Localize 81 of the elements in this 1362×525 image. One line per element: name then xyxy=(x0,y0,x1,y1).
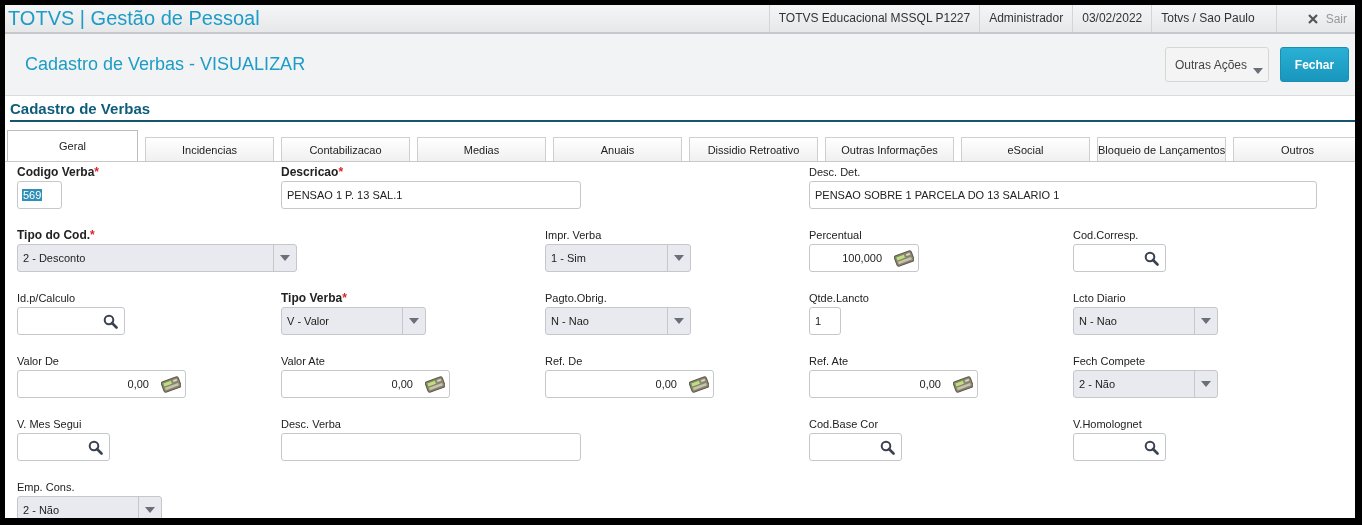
number-field[interactable]: 0,00 xyxy=(281,370,450,398)
field-label: Tipo do Cod.* xyxy=(17,227,96,243)
field-label: Codigo Verba* xyxy=(17,164,100,180)
caret-icon xyxy=(1200,380,1212,388)
field-label: Cod.Base Cor xyxy=(809,417,880,432)
close-icon xyxy=(1306,12,1319,25)
calculator-icon xyxy=(689,375,709,393)
caret-icon xyxy=(673,317,685,325)
field-label: Tipo Verba* xyxy=(281,290,348,306)
field-label: Percentual xyxy=(809,228,863,243)
number-field[interactable]: 100,000 xyxy=(809,244,919,272)
field-label: Ref. De xyxy=(545,354,584,369)
field-label: V.Homolognet xyxy=(1073,417,1143,432)
text-field[interactable]: 569 xyxy=(17,181,62,209)
text-field[interactable]: PENSAO SOBRE 1 PARCELA DO 13 SALARIO 1 xyxy=(809,181,1317,209)
text-field[interactable]: 1 xyxy=(809,307,841,335)
calculator-icon xyxy=(894,249,914,267)
field-label: Pagto.Obrig. xyxy=(545,291,608,306)
session-info: TOTVS Educacional MSSQL P1227 xyxy=(768,5,980,32)
caret-icon xyxy=(144,506,156,514)
tab[interactable]: Geral xyxy=(7,130,138,161)
calculator-icon xyxy=(953,375,973,393)
page-title: Cadastro de Verbas - VISUALIZAR xyxy=(25,54,306,75)
search-icon xyxy=(88,439,103,455)
lookup-field[interactable] xyxy=(17,307,125,335)
tab[interactable]: Medias xyxy=(417,137,546,161)
field-label: Qtde.Lancto xyxy=(809,291,870,306)
session-info: 03/02/2022 xyxy=(1072,5,1152,32)
calculator-icon xyxy=(161,375,181,393)
dropdown[interactable]: V - Valor xyxy=(281,307,426,335)
caret-icon xyxy=(279,254,291,262)
field-label: Desc. Det. xyxy=(809,165,862,180)
field-label: Id.p/Calculo xyxy=(17,291,77,306)
calculator-icon xyxy=(425,375,445,393)
field-label: Impr. Verba xyxy=(545,228,603,243)
dropdown[interactable]: 2 - Não xyxy=(1073,370,1218,398)
field-label: Cod.Corresp. xyxy=(1073,228,1140,243)
lookup-field[interactable] xyxy=(1073,433,1166,461)
search-icon xyxy=(1144,250,1159,266)
lookup-field[interactable] xyxy=(17,433,110,461)
tab[interactable]: Bloqueio de Lançamentos xyxy=(1097,137,1226,161)
dropdown[interactable]: 2 - Desconto xyxy=(17,244,297,272)
tab[interactable]: Contabilizacao xyxy=(281,137,410,161)
field-label: Lcto Diario xyxy=(1073,291,1127,306)
caret-icon xyxy=(408,317,420,325)
lookup-field[interactable] xyxy=(809,433,902,461)
field-label: Desc. Verba xyxy=(281,417,342,432)
tab[interactable]: Dissidio Retroativo xyxy=(689,137,818,161)
search-icon xyxy=(103,313,118,329)
field-label: Fech Compete xyxy=(1073,354,1147,369)
field-label: Valor Ate xyxy=(281,354,326,369)
search-icon xyxy=(880,439,895,455)
session-info: Totvs / Sao Paulo xyxy=(1151,5,1264,32)
number-field[interactable]: 0,00 xyxy=(17,370,186,398)
caret-icon xyxy=(1200,317,1212,325)
field-label: V. Mes Segui xyxy=(17,417,83,432)
app-title: TOTVS | Gestão de Pessoal xyxy=(7,7,260,30)
dropdown[interactable]: 2 - Não xyxy=(17,496,162,518)
tab[interactable]: Outras Informações xyxy=(825,137,954,161)
tab[interactable]: Outros xyxy=(1233,137,1355,161)
tab[interactable]: Incidencias xyxy=(145,137,274,161)
field-label: Emp. Cons. xyxy=(17,480,76,495)
caret-icon xyxy=(1252,67,1264,75)
field-label: Descricao* xyxy=(281,164,345,180)
more-actions-button[interactable]: Outras Ações xyxy=(1165,47,1269,82)
text-field[interactable]: PENSAO 1 P. 13 SAL.1 xyxy=(281,181,581,209)
lookup-field[interactable] xyxy=(1073,244,1166,272)
tab[interactable]: Anuais xyxy=(553,137,682,161)
text-field[interactable] xyxy=(281,433,581,461)
field-label: Ref. Ate xyxy=(809,354,850,369)
number-field[interactable]: 0,00 xyxy=(545,370,714,398)
section-title: Cadastro de Verbas xyxy=(10,100,1355,122)
tab[interactable]: eSocial xyxy=(961,137,1090,161)
dropdown[interactable]: N - Nao xyxy=(1073,307,1218,335)
caret-icon xyxy=(673,254,685,262)
field-label: Valor De xyxy=(17,354,60,369)
session-info: Administrador xyxy=(979,5,1073,32)
search-icon xyxy=(1144,439,1159,455)
dropdown[interactable]: 1 - Sim xyxy=(545,244,691,272)
number-field[interactable]: 0,00 xyxy=(809,370,978,398)
dropdown[interactable]: N - Nao xyxy=(545,307,691,335)
